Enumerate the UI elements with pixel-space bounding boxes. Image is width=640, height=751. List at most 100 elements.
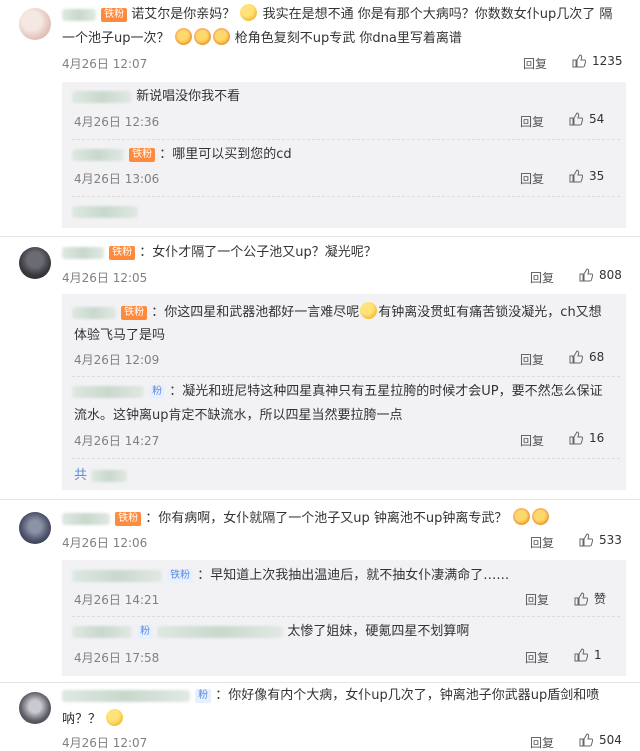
like-count: 16 bbox=[589, 431, 605, 445]
reply-text: 新说唱没你我不看 bbox=[72, 87, 240, 107]
smile-emoji-icon bbox=[360, 302, 378, 319]
username[interactable] bbox=[62, 689, 190, 702]
avatar[interactable] bbox=[19, 692, 51, 724]
grin-emoji-icon bbox=[240, 4, 258, 21]
reply-button[interactable]: 回复 bbox=[525, 649, 549, 666]
reply-divider bbox=[72, 376, 620, 377]
comment-text: 铁粉 ：女仆才隔了一个公子池又up？凝光呢？ bbox=[62, 243, 377, 263]
reply-button[interactable]: 回复 bbox=[530, 734, 554, 751]
reply-button[interactable]: 回复 bbox=[530, 534, 554, 551]
like-button[interactable]: 504 bbox=[579, 733, 622, 747]
thumbs-up-icon bbox=[569, 431, 583, 445]
reply-divider bbox=[72, 616, 620, 617]
like-button[interactable]: 54 bbox=[569, 112, 604, 126]
like-button[interactable]: 68 bbox=[569, 350, 604, 364]
username[interactable] bbox=[72, 385, 144, 398]
thumbs-up-icon bbox=[574, 648, 588, 662]
username[interactable] bbox=[62, 512, 110, 525]
heart-eyes-emoji-icon bbox=[193, 28, 211, 45]
grin-emoji-icon bbox=[106, 709, 124, 726]
like-count: 54 bbox=[589, 112, 605, 126]
username[interactable] bbox=[72, 90, 132, 103]
reply-text: 铁粉 ：早知道上次我抽出温迪后，就不抽女仆凄满命了…… bbox=[72, 566, 509, 586]
like-count: 533 bbox=[599, 533, 622, 547]
like-count: 赞 bbox=[594, 592, 607, 606]
avatar[interactable] bbox=[19, 512, 51, 544]
reply-divider bbox=[72, 458, 620, 459]
more-replies-link[interactable]: 共 bbox=[74, 466, 128, 486]
username[interactable] bbox=[72, 148, 124, 161]
reply-text: 粉 ：凝光和班尼特这种四星真神只有五星拉胯的时候才会UP，要不然怎么保证 bbox=[72, 382, 603, 402]
like-count: 68 bbox=[589, 350, 605, 364]
timestamp: 4月26日 17:58 bbox=[74, 651, 160, 665]
heart-eyes-emoji-icon bbox=[531, 508, 549, 525]
like-button[interactable]: 赞 bbox=[574, 590, 606, 607]
reply-text-line2: 流水。这钟离up肯定不缺流水，所以四星当然要拉胯一点 bbox=[74, 408, 403, 423]
like-count: 808 bbox=[599, 268, 622, 282]
more-replies-link[interactable] bbox=[72, 206, 138, 218]
comment-divider bbox=[0, 236, 640, 237]
fan-badge: 粉 bbox=[195, 688, 212, 703]
more-replies-count bbox=[91, 469, 128, 482]
reply-button[interactable]: 回复 bbox=[520, 432, 544, 449]
reply-text-line2: 体验飞马了是吗 bbox=[74, 328, 166, 343]
username[interactable] bbox=[72, 569, 162, 582]
timestamp: 4月26日 12:09 bbox=[74, 353, 160, 367]
reply-button[interactable]: 回复 bbox=[525, 591, 549, 608]
timestamp: 4月26日 14:27 bbox=[74, 434, 160, 448]
username[interactable] bbox=[62, 246, 104, 259]
reply-button[interactable]: 回复 bbox=[520, 170, 544, 187]
like-button[interactable]: 1 bbox=[574, 648, 602, 662]
reply-divider bbox=[72, 196, 620, 197]
like-count: 1235 bbox=[592, 54, 623, 68]
timestamp: 4月26日 14:21 bbox=[74, 593, 160, 607]
like-count: 504 bbox=[599, 733, 622, 747]
timestamp: 4月26日 12:07 bbox=[62, 57, 148, 71]
like-button[interactable]: 35 bbox=[569, 169, 604, 183]
comment-divider bbox=[0, 499, 640, 500]
thumbs-up-icon bbox=[574, 592, 588, 606]
timestamp: 4月26日 13:06 bbox=[74, 172, 160, 186]
thumbs-up-icon bbox=[579, 733, 593, 747]
thumbs-up-icon bbox=[572, 54, 586, 68]
comment-text: 铁粉 ：你有病啊，女仆就隔了一个池子又up 钟离池不up钟离专武？ bbox=[62, 508, 550, 529]
like-button[interactable]: 1235 bbox=[572, 54, 623, 68]
comment-text-line3: 一个池子up一次？ 枪角色复刻不up专武 你dna里写着离谱 bbox=[62, 28, 462, 49]
heart-eyes-emoji-icon bbox=[512, 508, 530, 525]
thumbs-up-icon bbox=[579, 533, 593, 547]
username[interactable] bbox=[72, 625, 132, 638]
comment-text: 铁粉 诺艾尔是你亲妈？ 我实在是想不通 你是有那个大病吗？你数数女仆up几次了 … bbox=[62, 4, 612, 25]
comment-text-line2: 呐？？ bbox=[62, 709, 124, 730]
reply-button[interactable]: 回复 bbox=[523, 55, 547, 72]
fan-badge: 铁粉 bbox=[101, 7, 128, 22]
fan-badge: 粉 bbox=[149, 384, 166, 399]
reply-text: 粉 太惨了姐妹，硬氪四星不划算啊 bbox=[72, 622, 469, 642]
timestamp: 4月26日 12:07 bbox=[62, 736, 148, 750]
thumbs-up-icon bbox=[569, 169, 583, 183]
reply-button[interactable]: 回复 bbox=[520, 113, 544, 130]
reply-button[interactable]: 回复 bbox=[530, 269, 554, 286]
avatar[interactable] bbox=[19, 247, 51, 279]
avatar[interactable] bbox=[19, 8, 51, 40]
thumbs-up-icon bbox=[569, 350, 583, 364]
mention-username[interactable] bbox=[157, 625, 284, 638]
username[interactable] bbox=[72, 306, 116, 319]
thumbs-up-icon bbox=[569, 112, 583, 126]
like-button[interactable]: 16 bbox=[569, 431, 604, 445]
username[interactable] bbox=[62, 8, 96, 21]
fan-badge: 铁粉 bbox=[121, 305, 148, 320]
timestamp: 4月26日 12:06 bbox=[62, 536, 148, 550]
heart-eyes-emoji-icon bbox=[174, 28, 192, 45]
reply-button[interactable]: 回复 bbox=[520, 351, 544, 368]
reply-text: 铁粉 ：你这四星和武器池都好一言难尽呢 有钟离没贯虹有痛苦锁没凝光，ch又想 bbox=[72, 302, 602, 323]
fan-badge: 铁粉 bbox=[109, 245, 136, 260]
fan-badge: 铁粉 bbox=[129, 147, 156, 162]
heart-eyes-emoji-icon bbox=[212, 28, 230, 45]
comment-divider bbox=[0, 682, 640, 683]
like-count: 35 bbox=[589, 169, 605, 183]
thumbs-up-icon bbox=[579, 268, 593, 282]
reply-text: 铁粉 ：哪里可以买到您的cd bbox=[72, 145, 292, 165]
like-button[interactable]: 808 bbox=[579, 268, 622, 282]
timestamp: 4月26日 12:36 bbox=[74, 115, 160, 129]
like-button[interactable]: 533 bbox=[579, 533, 622, 547]
